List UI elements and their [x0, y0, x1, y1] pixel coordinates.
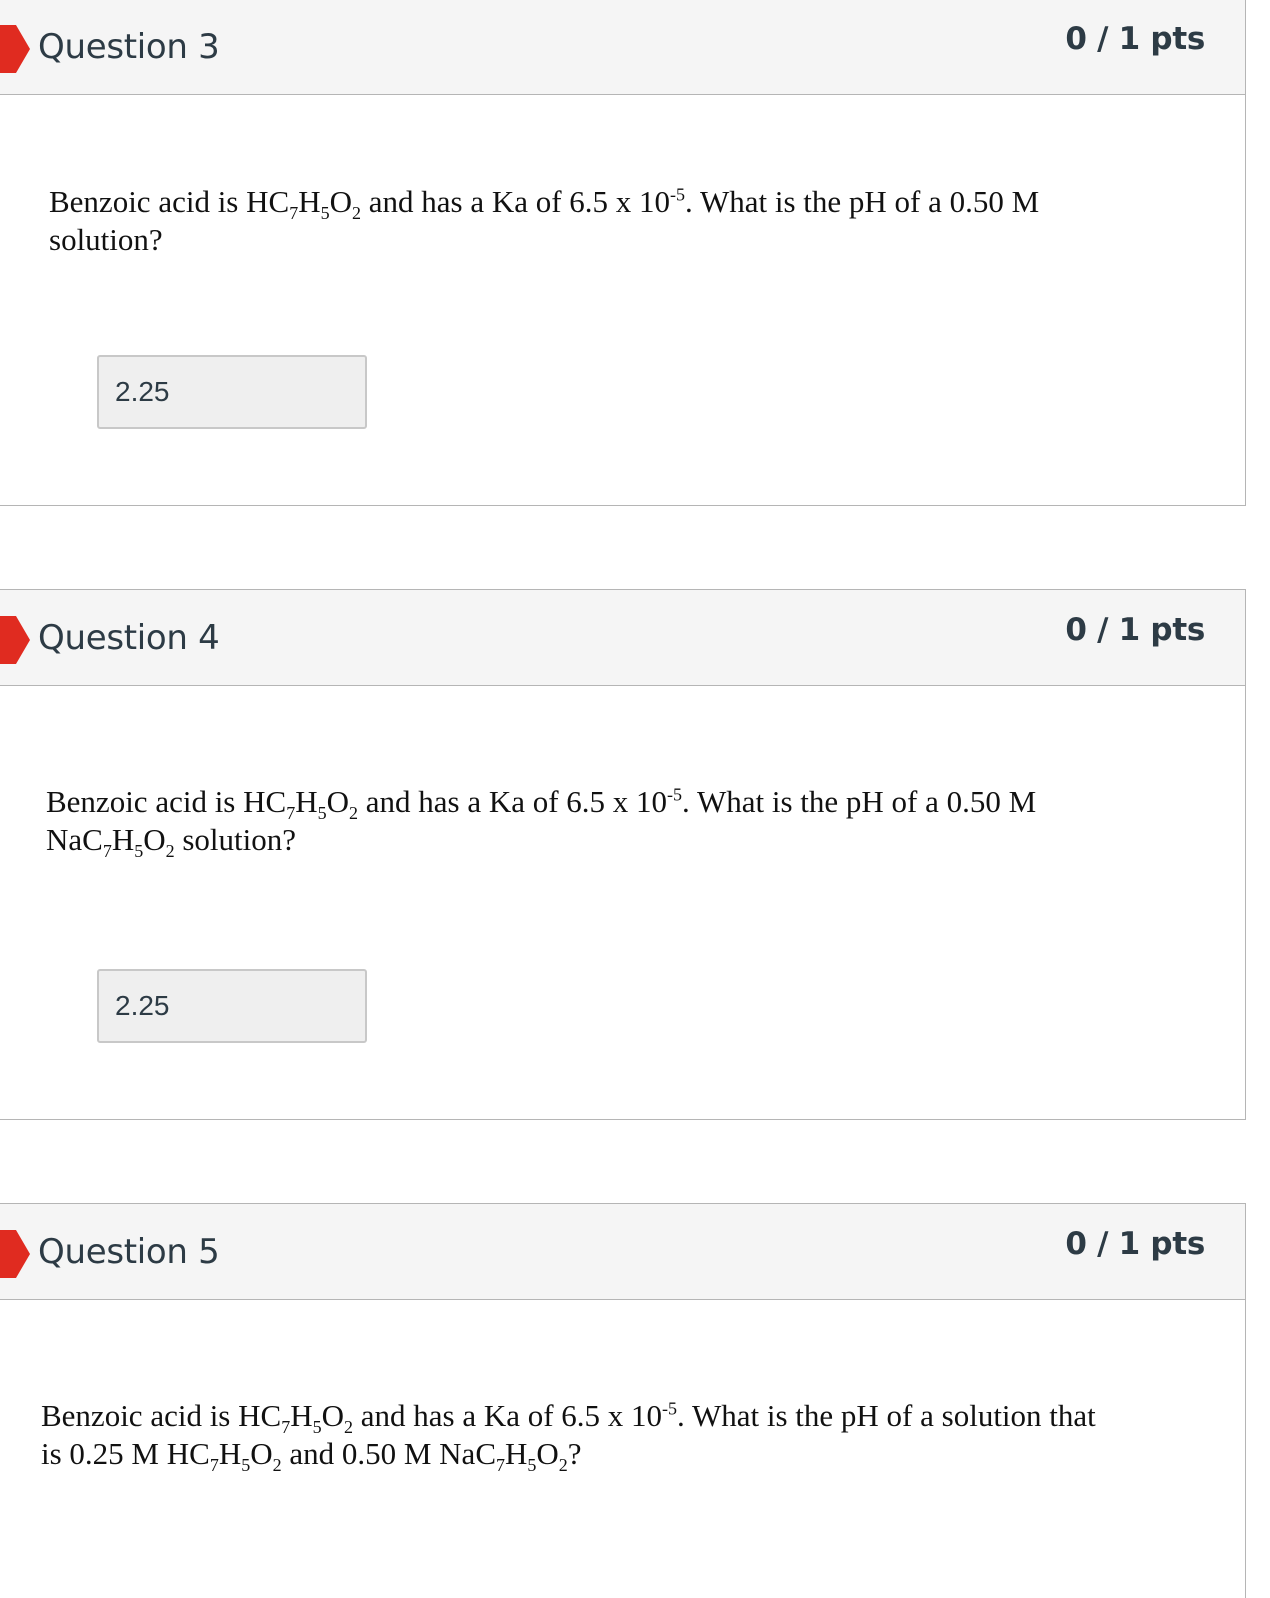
question-header: Question 4 0 / 1 pts	[0, 590, 1245, 686]
question-text: Benzoic acid is HC7H5O2 and has a Ka of …	[41, 1398, 1096, 1476]
question-points: 0 / 1 pts	[1065, 21, 1205, 57]
question-text: Benzoic acid is HC7H5O2 and has a Ka of …	[46, 784, 1037, 862]
incorrect-flag-icon	[0, 1230, 30, 1278]
question-card: Question 4 0 / 1 pts Benzoic acid is HC7…	[0, 589, 1246, 1120]
answer-field[interactable]: 2.25	[97, 355, 367, 429]
question-header: Question 5 0 / 1 pts	[0, 1204, 1245, 1300]
question-card: Question 5 0 / 1 pts Benzoic acid is HC7…	[0, 1203, 1246, 1598]
incorrect-flag-icon	[0, 616, 30, 664]
quiz-results-page: Question 3 0 / 1 pts Benzoic acid is HC7…	[0, 0, 1270, 1598]
question-points: 0 / 1 pts	[1065, 612, 1205, 648]
question-text: Benzoic acid is HC7H5O2 and has a Ka of …	[49, 184, 1040, 257]
question-title: Question 4	[38, 618, 220, 658]
question-title: Question 3	[38, 27, 220, 67]
question-title: Question 5	[38, 1232, 220, 1272]
question-points: 0 / 1 pts	[1065, 1226, 1205, 1262]
question-card: Question 3 0 / 1 pts Benzoic acid is HC7…	[0, 0, 1246, 506]
question-header: Question 3 0 / 1 pts	[0, 0, 1245, 95]
answer-field[interactable]: 2.25	[97, 969, 367, 1043]
incorrect-flag-icon	[0, 25, 30, 73]
